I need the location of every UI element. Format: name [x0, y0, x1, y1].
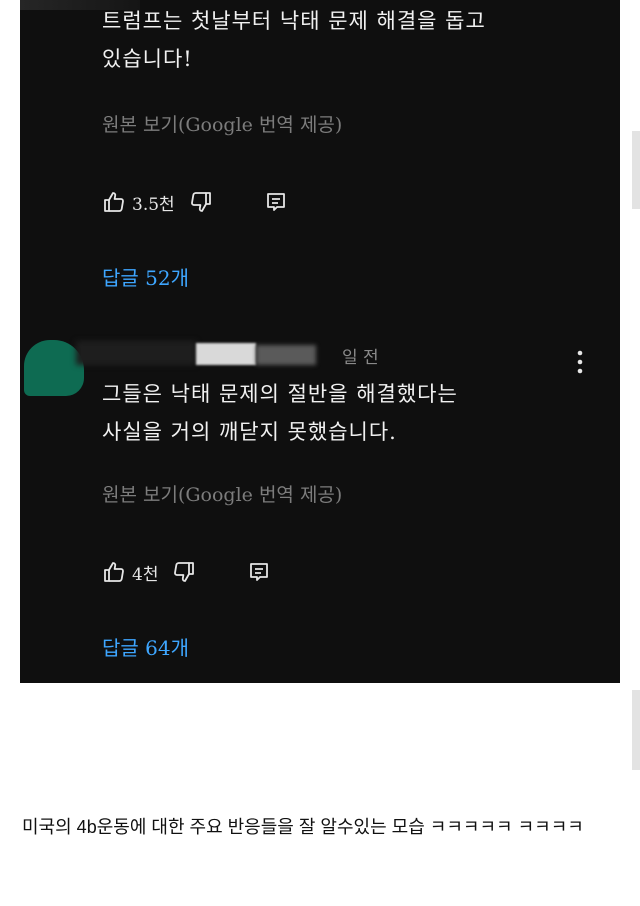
comment-line: 트럼프는 첫날부터 낙태 문제 해결을 돕고: [102, 9, 486, 33]
reply-icon[interactable]: [265, 191, 287, 213]
view-original-link[interactable]: 원본 보기(Google 번역 제공): [102, 480, 342, 507]
author-name-redacted: [196, 343, 256, 365]
author-name-redacted: [76, 341, 196, 365]
like-count: 4천: [132, 564, 159, 585]
comment-text: 그들은 낙태 문제의 절반을 해결했다는 사실을 거의 깨닫지 못했습니다.: [102, 375, 590, 451]
avatar[interactable]: [24, 340, 84, 396]
comment-line: 사실을 거의 깨닫지 못했습니다.: [102, 420, 397, 444]
post-caption: 미국의 4b운동에 대한 주요 반응들을 잘 알수있는 모습 ㅋㅋㅋㅋㅋ ㅋㅋㅋ…: [22, 817, 584, 837]
comment-timestamp: 일 전: [342, 348, 379, 368]
comment-actions: 4천: [102, 557, 270, 587]
scrollbar-fragment: [632, 131, 640, 209]
reply-icon[interactable]: [248, 561, 270, 583]
replies-link[interactable]: 답글 52개: [102, 262, 189, 291]
view-original-link[interactable]: 원본 보기(Google 번역 제공): [102, 110, 342, 137]
comment-text: 트럼프는 첫날부터 낙태 문제 해결을 돕고 있습니다!: [102, 2, 590, 78]
comment-line: 있습니다!: [102, 47, 193, 71]
thumbs-up-icon[interactable]: [102, 190, 126, 214]
comment-actions: 3.5천: [102, 187, 287, 217]
thumbs-down-icon[interactable]: [172, 560, 196, 584]
comment-line: 그들은 낙태 문제의 절반을 해결했다는: [102, 382, 458, 406]
scrollbar-fragment: [632, 690, 640, 770]
replies-link[interactable]: 답글 64개: [102, 632, 189, 661]
thumbs-up-icon[interactable]: [102, 560, 126, 584]
thumbs-down-icon[interactable]: [189, 190, 213, 214]
more-vert-icon[interactable]: [576, 349, 584, 375]
like-count: 3.5천: [132, 194, 175, 215]
author-name-redacted: [256, 345, 316, 365]
comment-screenshot: 트럼프는 첫날부터 낙태 문제 해결을 돕고 있습니다! 원본 보기(Googl…: [20, 0, 620, 683]
